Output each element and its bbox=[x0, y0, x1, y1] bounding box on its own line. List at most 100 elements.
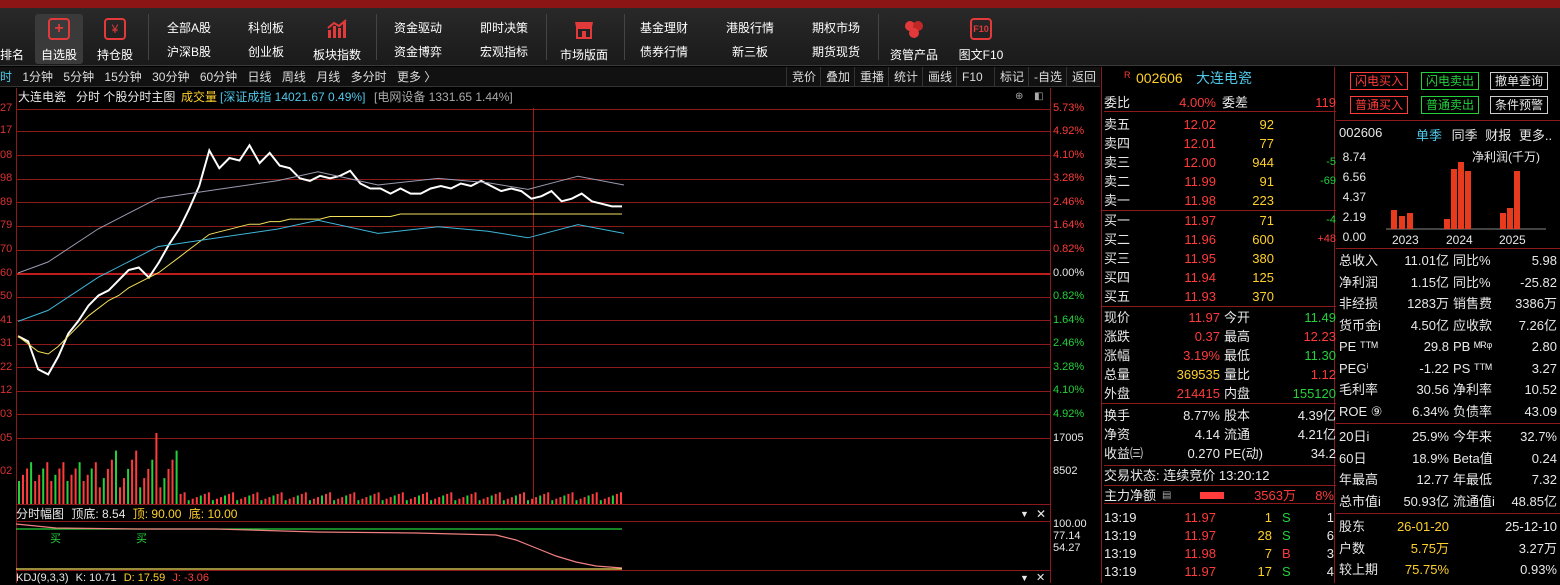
buy-row[interactable]: 买三 11.95 380 bbox=[1104, 249, 1336, 268]
fin-value: 3386万 bbox=[1515, 296, 1557, 311]
toolbar-rank[interactable]: 排名 bbox=[0, 14, 26, 64]
volume-bar bbox=[446, 493, 449, 504]
period-5min[interactable]: 5分钟 bbox=[63, 70, 94, 84]
tool-stats[interactable]: 统计 bbox=[888, 67, 923, 87]
sell-row[interactable]: 卖五 12.02 92 bbox=[1104, 115, 1336, 134]
period-daily[interactable]: 日线 bbox=[248, 70, 272, 84]
toolbar-star-market[interactable]: 科创板 bbox=[244, 20, 288, 44]
toolbar-bonds[interactable]: 债券行情 bbox=[636, 44, 692, 68]
period-multi[interactable]: 多分时 bbox=[351, 70, 387, 84]
toolbar-capital-game[interactable]: 资金博弈 bbox=[390, 44, 446, 68]
volume-bar bbox=[66, 481, 69, 504]
period-more[interactable]: 更多 〉 bbox=[397, 70, 436, 84]
fin-y-axis: 8.74 6.56 4.37 2.19 0.00 bbox=[1342, 147, 1366, 247]
tick-row: 13:19 11.98 7 B 3 bbox=[1104, 546, 1334, 561]
volume-bar bbox=[603, 498, 606, 504]
normal-buy-button[interactable]: 普通买入 bbox=[1350, 96, 1409, 114]
period-1min[interactable]: 1分钟 bbox=[22, 70, 53, 84]
toolbar-chinext[interactable]: 创业板 bbox=[244, 44, 288, 68]
volume-bar bbox=[607, 497, 610, 504]
buy-row[interactable]: 买四 11.94 125 bbox=[1104, 268, 1336, 287]
period-60min[interactable]: 60分钟 bbox=[200, 70, 237, 84]
tab-report[interactable]: 财报 bbox=[1485, 128, 1511, 143]
toolbar-holdings[interactable]: ¥ 持仓股 bbox=[94, 14, 136, 64]
cancel-order-button[interactable]: 撤单查询 bbox=[1490, 72, 1549, 90]
toolbar-hk-stocks[interactable]: 港股行情 bbox=[722, 20, 778, 44]
volume-bar bbox=[312, 498, 315, 504]
toolbar-neeq[interactable]: 新三板 bbox=[722, 44, 778, 68]
normal-sell-button[interactable]: 普通卖出 bbox=[1421, 96, 1480, 114]
fin-row: 20日i 25.9% 今年来 32.7% bbox=[1339, 426, 1557, 447]
tool-draw[interactable]: 画线 bbox=[922, 67, 957, 87]
volume-bar bbox=[494, 493, 497, 504]
volume-bar bbox=[252, 493, 255, 504]
buy-row[interactable]: 买一 11.97 71 -4 bbox=[1104, 211, 1336, 230]
volume-bar bbox=[418, 495, 420, 504]
sell-row[interactable]: 卖三 12.00 944 -5 bbox=[1104, 153, 1336, 172]
right-tick: 17005 bbox=[1053, 432, 1084, 444]
toolbar-options[interactable]: 期权市场 bbox=[808, 20, 864, 44]
tab-quarterly[interactable]: 单季 bbox=[1416, 128, 1442, 143]
toolbar-boards-group: 科创板 创业板 bbox=[244, 20, 288, 68]
sell-volume: 92 bbox=[1259, 117, 1274, 132]
toolbar-asset-mgmt[interactable]: 资管产品 bbox=[886, 14, 942, 64]
buy-row[interactable]: 买五 11.93 370 bbox=[1104, 287, 1336, 306]
toolbar-funds[interactable]: 基金理财 bbox=[636, 20, 692, 44]
stock-code[interactable]: 002606 bbox=[1136, 69, 1183, 88]
toolbar-market-layout[interactable]: 市场版面 bbox=[556, 14, 612, 64]
tool-overlay[interactable]: 叠加 bbox=[820, 67, 855, 87]
volume-bar bbox=[131, 459, 134, 504]
fin-bar bbox=[1507, 208, 1513, 229]
sell-row[interactable]: 卖一 11.98 223 bbox=[1104, 191, 1336, 210]
stat-value: 11.49 bbox=[1304, 310, 1336, 325]
toolbar-b-shares[interactable]: 沪深B股 bbox=[162, 44, 216, 68]
sell-row[interactable]: 卖二 11.99 91 -69 bbox=[1104, 172, 1336, 191]
sell-row[interactable]: 卖四 12.01 77 bbox=[1104, 134, 1336, 153]
fin-value: 48.85亿 bbox=[1511, 493, 1557, 509]
flash-buy-button[interactable]: 闪电买入 bbox=[1350, 72, 1409, 90]
right-tick: 3.28% bbox=[1053, 172, 1085, 184]
stock-name[interactable]: 大连电瓷 bbox=[1196, 69, 1252, 88]
toolbar-f10[interactable]: F10 图文F10 bbox=[955, 14, 1007, 64]
period-weekly[interactable]: 周线 bbox=[282, 70, 306, 84]
fin-bar bbox=[1399, 216, 1405, 229]
period-30min[interactable]: 30分钟 bbox=[152, 70, 189, 84]
toolbar-macro-indicators[interactable]: 宏观指标 bbox=[476, 44, 532, 68]
stat-row: 现价 11.97 今开 11.49 bbox=[1104, 310, 1336, 325]
toolbar-watchlist[interactable]: + 自选股 bbox=[35, 14, 83, 64]
stat-row: 涨幅 3.19% 最低 11.30 bbox=[1104, 348, 1336, 363]
list-icon[interactable]: ▤ bbox=[1162, 486, 1171, 505]
tool-replay[interactable]: 重播 bbox=[854, 67, 889, 87]
fin-value: 12.77 bbox=[1416, 472, 1449, 487]
stat-row: 净资 4.14 流通 4.21亿 bbox=[1104, 427, 1336, 442]
volume-bar bbox=[450, 492, 453, 504]
toolbar-futures[interactable]: 期货现货 bbox=[808, 44, 864, 68]
tab-same-quarter[interactable]: 同季 bbox=[1452, 128, 1478, 143]
left-tick: 12 bbox=[0, 384, 13, 396]
price-chart[interactable] bbox=[16, 108, 1050, 518]
fin-value: 11.01亿 bbox=[1404, 253, 1449, 268]
buy-row[interactable]: 买二 11.96 600 +48 bbox=[1104, 230, 1336, 249]
tool-mark[interactable]: 标记 bbox=[994, 67, 1029, 87]
flash-sell-button[interactable]: 闪电卖出 bbox=[1421, 72, 1480, 90]
coins-icon bbox=[903, 18, 925, 40]
toolbar-all-a-shares[interactable]: 全部A股 bbox=[162, 20, 216, 44]
toolbar-capital-drive[interactable]: 资金驱动 bbox=[390, 20, 446, 44]
tool-f10[interactable]: F10 bbox=[956, 67, 988, 87]
volume-bar bbox=[357, 500, 360, 504]
volume-bar bbox=[139, 487, 142, 504]
tool-auction[interactable]: 竞价 bbox=[786, 67, 821, 87]
period-15min[interactable]: 15分钟 bbox=[104, 70, 141, 84]
condition-alert-button[interactable]: 条件预警 bbox=[1490, 96, 1549, 114]
fin-bar bbox=[1451, 169, 1457, 229]
period-intraday[interactable]: 时 bbox=[0, 70, 12, 84]
volume-bar bbox=[232, 492, 235, 504]
tool-back[interactable]: 返回 bbox=[1066, 67, 1101, 87]
toolbar-sector-index[interactable]: 板块指数 bbox=[310, 14, 364, 64]
tab-more[interactable]: 更多.. bbox=[1519, 128, 1552, 143]
volume-bar bbox=[430, 500, 433, 504]
volume-bar bbox=[393, 495, 396, 504]
tool-remove-watch[interactable]: -自选 bbox=[1028, 67, 1067, 87]
toolbar-instant-decision[interactable]: 即时决策 bbox=[476, 20, 532, 44]
period-monthly[interactable]: 月线 bbox=[316, 70, 340, 84]
